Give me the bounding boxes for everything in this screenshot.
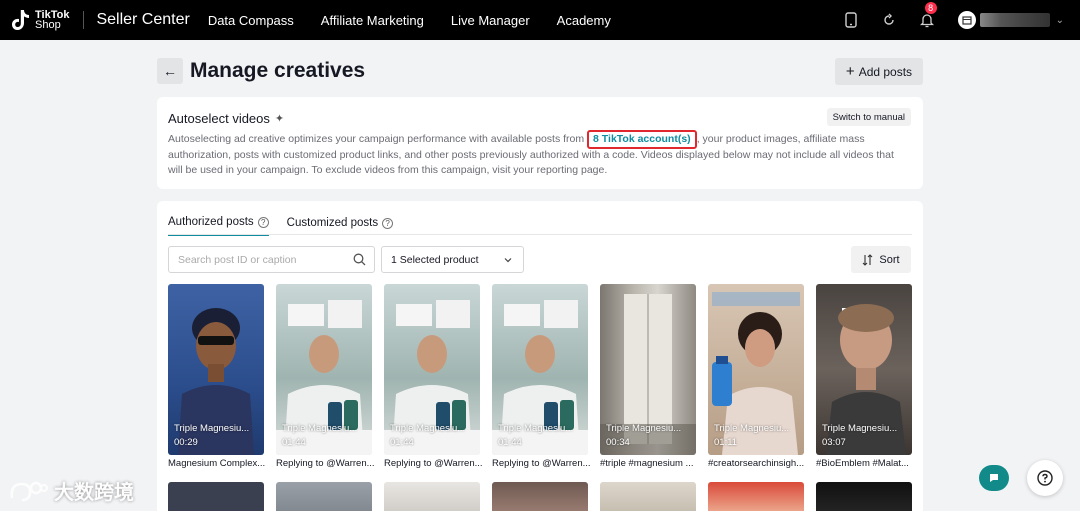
search-icon xyxy=(353,253,366,266)
post-duration: 01:11 xyxy=(714,437,738,448)
post-label[interactable]: #creatorsearchinsigh... xyxy=(708,458,808,469)
post-label[interactable]: Replying to @Warren... xyxy=(384,458,484,469)
nav-data-compass[interactable]: Data Compass xyxy=(208,13,294,28)
switch-to-manual-button[interactable]: Switch to manual xyxy=(826,108,911,126)
post-caption: Triple Magnesiu... xyxy=(822,423,898,434)
notifications-button[interactable]: 8 xyxy=(918,1,938,29)
post-thumbnail[interactable] xyxy=(816,482,912,511)
mobile-icon[interactable] xyxy=(842,11,860,29)
nav-right: 8 ⌄ xyxy=(842,0,1080,40)
post-thumbnail[interactable]: Triple Magnesiu... 01:44 xyxy=(492,284,588,455)
refresh-icon[interactable] xyxy=(880,11,898,29)
chevron-down-icon xyxy=(504,258,512,263)
post-duration: 03:07 xyxy=(822,437,846,448)
plus-icon: + xyxy=(845,63,855,80)
posts-tabs: Authorized posts ? Customized posts ? xyxy=(168,216,411,236)
help-circle-icon xyxy=(1037,470,1053,486)
posts-card: Authorized posts ? Customized posts ? Se… xyxy=(157,201,923,511)
autoselect-title-text: Autoselect videos xyxy=(168,111,270,126)
post-caption: Triple Magnesiu... xyxy=(606,423,682,434)
tiktok-shop-logo[interactable]: TikTok Shop xyxy=(11,9,69,31)
account-name-redacted xyxy=(979,13,1050,27)
watermark-icon xyxy=(10,481,48,501)
back-button[interactable]: ← xyxy=(157,58,183,84)
post-thumbnail[interactable] xyxy=(168,482,264,511)
post-thumbnail[interactable]: Triple Magnesiu... 00:29 xyxy=(168,284,264,455)
top-nav: TikTok Shop Seller Center Data Compass A… xyxy=(0,0,1080,40)
tiktok-accounts-link[interactable]: 8 TikTok account(s) xyxy=(587,130,697,149)
autoselect-title: Autoselect videos ✦ xyxy=(168,111,284,126)
autoselect-description: Autoselecting ad creative optimizes your… xyxy=(168,130,908,179)
post-thumbnail[interactable] xyxy=(276,482,372,511)
post-caption: Triple Magnesiu... xyxy=(282,423,358,434)
post-caption: Triple Magnesiu... xyxy=(498,423,574,434)
notification-badge: 8 xyxy=(923,1,938,15)
sort-icon xyxy=(863,253,873,266)
chat-icon xyxy=(990,474,998,482)
post-thumbnail[interactable]: Triple Magnesiu... 01:11 xyxy=(708,284,804,455)
tab-authorized-posts[interactable]: Authorized posts ? xyxy=(168,216,269,236)
product-selector-value: 1 Selected product xyxy=(391,253,479,266)
post-duration: 00:29 xyxy=(174,437,198,448)
logo-text: TikTok Shop xyxy=(35,10,69,31)
post-label[interactable]: #BioEmblem #Malat... xyxy=(816,458,916,469)
post-label[interactable]: Magnesium Complex... xyxy=(168,458,268,469)
page-title: Manage creatives xyxy=(190,59,366,82)
arrow-left-icon: ← xyxy=(163,63,177,79)
search-placeholder: Search post ID or caption xyxy=(178,253,297,266)
nav-academy[interactable]: Academy xyxy=(557,13,611,28)
help-circle-icon[interactable]: ? xyxy=(257,216,269,228)
autoselect-card: Autoselect videos ✦ Switch to manual Aut… xyxy=(157,97,923,189)
logo-line2: Shop xyxy=(35,19,61,31)
tab-divider xyxy=(168,234,912,235)
account-menu[interactable]: ⌄ xyxy=(957,11,1064,29)
help-circle-icon[interactable]: ? xyxy=(382,217,394,229)
seller-center-title[interactable]: Seller Center xyxy=(96,11,189,29)
sort-button[interactable]: Sort xyxy=(851,246,911,273)
post-thumbnail[interactable] xyxy=(600,482,696,511)
post-caption: Triple Magnesiu... xyxy=(714,423,790,434)
post-caption: Triple Magnesiu... xyxy=(390,423,466,434)
chevron-down-icon: ⌄ xyxy=(1055,14,1064,26)
desc-before: Autoselecting ad creative optimizes your… xyxy=(168,133,588,145)
watermark-logo: 大数跨境 xyxy=(8,476,134,505)
sort-label: Sort xyxy=(879,253,900,266)
post-label[interactable]: Replying to @Warren... xyxy=(492,458,592,469)
help-button[interactable] xyxy=(1027,460,1063,496)
tab-label: Customized posts xyxy=(286,217,379,229)
sparkle-icon: ✦ xyxy=(274,113,285,125)
shop-avatar-icon xyxy=(957,11,976,29)
post-label[interactable]: #triple #magnesium ... xyxy=(600,458,700,469)
nav-affiliate-marketing[interactable]: Affiliate Marketing xyxy=(321,13,424,28)
post-duration: 00:34 xyxy=(606,437,630,448)
tiktok-logo-icon xyxy=(12,10,29,30)
post-duration: 01:44 xyxy=(390,437,414,448)
post-caption: Triple Magnesiu... xyxy=(174,423,250,434)
add-posts-button[interactable]: + Add posts xyxy=(835,58,923,85)
nav-divider xyxy=(83,11,85,29)
watermark-text: 大数跨境 xyxy=(54,482,134,504)
post-thumbnail[interactable] xyxy=(384,482,480,511)
search-input[interactable]: Search post ID or caption xyxy=(168,246,375,273)
product-selector[interactable]: 1 Selected product xyxy=(381,246,524,273)
post-duration: 01:44 xyxy=(498,437,522,448)
tab-label: Authorized posts xyxy=(168,216,254,228)
post-duration: 01:44 xyxy=(282,437,306,448)
post-thumbnail[interactable] xyxy=(708,482,804,511)
post-thumbnail[interactable]: Triple Magnesiu... 01:44 xyxy=(384,284,480,455)
nav-live-manager[interactable]: Live Manager xyxy=(451,13,530,28)
post-thumbnail[interactable]: Triple Magnesiu... 03:07 xyxy=(816,284,912,455)
post-thumbnail[interactable] xyxy=(492,482,588,511)
tab-customized-posts[interactable]: Customized posts ? xyxy=(286,216,394,236)
post-thumbnail[interactable]: Triple Magnesiu... 00:34 xyxy=(600,284,696,455)
post-label[interactable]: Replying to @Warren... xyxy=(276,458,376,469)
chat-button[interactable] xyxy=(979,465,1009,491)
post-thumbnail[interactable]: Triple Magnesiu... 01:44 xyxy=(276,284,372,455)
add-posts-label: Add posts xyxy=(858,64,913,79)
